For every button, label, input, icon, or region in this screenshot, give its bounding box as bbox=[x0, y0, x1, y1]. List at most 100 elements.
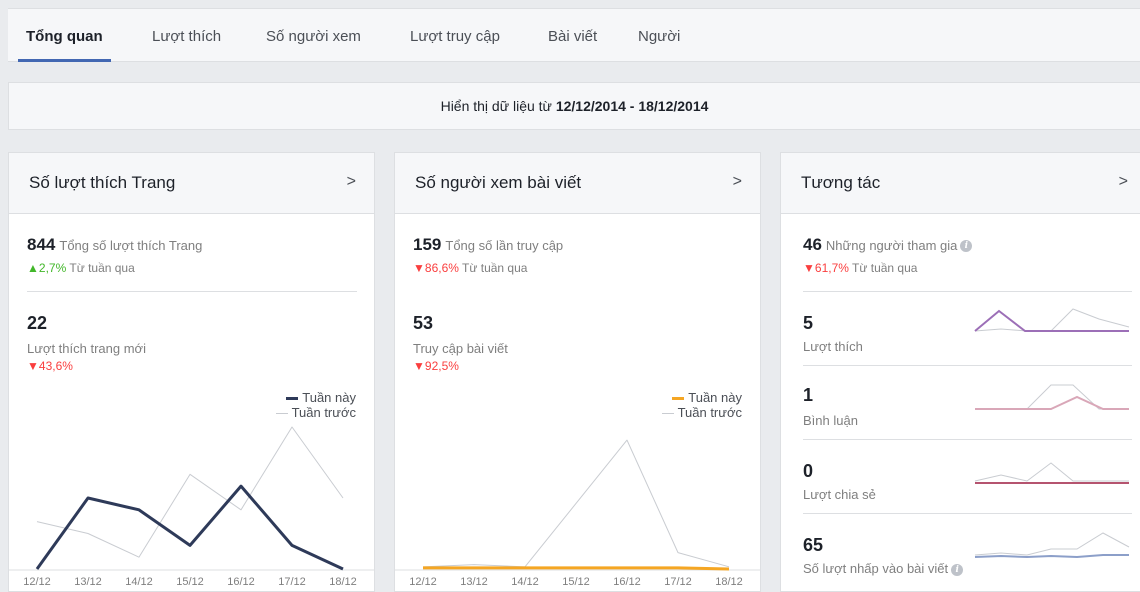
post-reach-trend-value: 92,5% bbox=[424, 359, 459, 373]
total-engagement-trend-value: 61,7% bbox=[814, 261, 849, 275]
legend-this-week-label: Tuần này bbox=[302, 390, 356, 405]
divider bbox=[803, 439, 1132, 440]
reach-line-chart: 12/12 13/12 14/12 15/12 16/12 17/12 18/12 bbox=[395, 439, 760, 588]
divider bbox=[27, 291, 357, 292]
eng-comments-this-week-line bbox=[975, 395, 1129, 410]
chevron-right-icon[interactable]: > bbox=[347, 173, 356, 191]
tab-overview[interactable]: Tổng quan bbox=[18, 9, 111, 62]
eng-clicks-this-week-line bbox=[974, 554, 1129, 559]
engagement-card: Tương tác > 46 Những người tham gia i ▼61,… bbox=[780, 152, 1140, 592]
legend-swatch bbox=[286, 397, 299, 401]
legend-swatch bbox=[661, 413, 674, 415]
reach-chart-x-tick: 12/12 bbox=[409, 576, 437, 588]
eng-shares-label: Lượt chia sẻ bbox=[803, 487, 876, 502]
new-likes-number: 22 bbox=[27, 313, 48, 333]
total-likes-trend-value: 2,7% bbox=[38, 261, 67, 275]
legend-last-week: Tuần trước bbox=[661, 405, 742, 420]
page-likes-card: Số lượt thích Trang > 844 Tổng số lượt th… bbox=[8, 152, 375, 592]
reach-chart-last-week-line bbox=[422, 439, 730, 568]
legend-this-week: Tuần này bbox=[276, 390, 356, 405]
tab-people[interactable]: Người bbox=[638, 9, 680, 59]
post-reach-card-header[interactable]: Số người xem bài viết > bbox=[395, 153, 760, 214]
likes-legend: Tuần này Tuần trước bbox=[275, 390, 356, 420]
chevron-right-icon[interactable]: > bbox=[733, 173, 742, 191]
eng-clicks-number: 65 bbox=[803, 535, 824, 555]
triangle-down-icon: ▼ bbox=[803, 261, 815, 275]
eng-clicks-sparkline bbox=[974, 532, 1130, 559]
likes-chart-x-tick: 17/12 bbox=[278, 576, 306, 588]
total-reach-trend: ▼86,6% Từ tuần qua bbox=[413, 261, 527, 275]
total-engagement-trend: ▼61,7% Từ tuần qua bbox=[803, 261, 917, 275]
info-icon[interactable]: i bbox=[951, 563, 964, 576]
chevron-right-icon[interactable]: > bbox=[1119, 173, 1128, 191]
engagement-card-header[interactable]: Tương tác > bbox=[781, 153, 1140, 214]
engagement-title: Tương tác bbox=[801, 173, 881, 192]
eng-clicks-label: Số lượt nhấp vào bài viết i bbox=[803, 561, 964, 576]
eng-shares-last-week-line bbox=[974, 462, 1129, 482]
triangle-down-icon: ▼ bbox=[413, 261, 425, 275]
reach-chart-x-tick: 18/12 bbox=[715, 576, 743, 588]
new-likes-trend: ▼43,6% bbox=[27, 359, 73, 373]
eng-comments-label: Bình luận bbox=[803, 413, 858, 428]
eng-clicks-label-text: Số lượt nhấp vào bài viết bbox=[803, 561, 949, 576]
triangle-up-icon: ▲ bbox=[27, 261, 39, 275]
reach-chart-x-tick: 16/12 bbox=[613, 576, 641, 588]
likes-chart-last-week-line bbox=[36, 426, 344, 558]
reach-chart-x-tick: 15/12 bbox=[562, 576, 590, 588]
page-likes-title: Số lượt thích Trang bbox=[29, 173, 176, 192]
info-icon[interactable]: i bbox=[960, 239, 973, 252]
date-range-value: 12/12/2014 - 18/12/2014 bbox=[555, 98, 709, 114]
new-likes-trend-value: 43,6% bbox=[38, 359, 73, 373]
legend-last-week-label: Tuần trước bbox=[677, 405, 742, 420]
likes-chart-this-week-line bbox=[35, 484, 344, 571]
likes-chart-x-tick: 18/12 bbox=[329, 576, 357, 588]
total-likes-number: 844 bbox=[27, 235, 56, 254]
reach-chart-x-tick: 17/12 bbox=[664, 576, 692, 588]
total-reach-trend-suffix: Từ tuần qua bbox=[462, 261, 528, 275]
divider bbox=[803, 291, 1132, 292]
reach-chart-x-tick: 13/12 bbox=[460, 576, 488, 588]
total-engagement-label: Những người tham gia bbox=[825, 238, 958, 253]
likes-chart-x-tick: 12/12 bbox=[23, 576, 51, 588]
total-likes: 844 Tổng số lượt thích Trang bbox=[27, 235, 202, 255]
tab-reach[interactable]: Số người xem bbox=[266, 9, 361, 59]
total-likes-trend-suffix: Từ tuần qua bbox=[69, 261, 135, 275]
total-engagement: 46 Những người tham gia i bbox=[803, 235, 973, 255]
legend-this-week-label: Tuần này bbox=[688, 390, 742, 405]
total-likes-label: Tổng số lượt thích Trang bbox=[59, 238, 203, 253]
divider bbox=[803, 513, 1132, 514]
legend-swatch bbox=[275, 413, 288, 415]
page-likes-card-header[interactable]: Số lượt thích Trang > bbox=[9, 153, 374, 214]
legend-this-week: Tuần này bbox=[662, 390, 742, 405]
likes-chart-x-tick: 16/12 bbox=[227, 576, 255, 588]
total-reach-trend-value: 86,6% bbox=[424, 261, 459, 275]
total-reach-label: Tổng số lần truy cập bbox=[445, 238, 564, 253]
post-reach-title: Số người xem bài viết bbox=[415, 173, 582, 192]
eng-comments-number: 1 bbox=[803, 385, 814, 405]
triangle-down-icon: ▼ bbox=[413, 359, 425, 373]
new-likes-label: Lượt thích trang mới bbox=[27, 341, 146, 356]
legend-last-week-label: Tuần trước bbox=[291, 405, 356, 420]
reach-legend: Tuần này Tuần trước bbox=[661, 390, 742, 420]
tab-visits[interactable]: Lượt truy cập bbox=[410, 9, 500, 59]
page-insights-tabbar: Tổng quan Lượt thích Số người xem Lượt t… bbox=[8, 8, 1140, 62]
eng-clicks-last-week-line bbox=[974, 532, 1130, 556]
tab-posts[interactable]: Bài viết bbox=[548, 9, 597, 59]
eng-likes-number: 5 bbox=[803, 313, 814, 333]
post-reach-trend: ▼92,5% bbox=[413, 359, 459, 373]
likes-chart-x-tick: 13/12 bbox=[74, 576, 102, 588]
likes-line-chart: 12/12 13/12 14/12 15/12 16/12 17/12 18/12 bbox=[9, 426, 374, 588]
total-engagement-number: 46 bbox=[803, 235, 822, 254]
post-reach-number: 53 bbox=[413, 313, 434, 333]
date-range-bar: Hiển thị dữ liệu từ 12/12/2014 - 18/12/2… bbox=[8, 82, 1140, 130]
post-reach-card: Số người xem bài viết > 159 Tổng số lần t… bbox=[394, 152, 761, 592]
total-reach-number: 159 bbox=[413, 235, 442, 254]
eng-shares-sparkline bbox=[974, 462, 1129, 484]
reach-chart-this-week-line bbox=[423, 566, 730, 571]
date-range-prefix: Hiển thị dữ liệu từ bbox=[440, 98, 552, 114]
triangle-down-icon: ▼ bbox=[27, 359, 39, 373]
tab-likes[interactable]: Lượt thích bbox=[152, 9, 221, 59]
reach-chart-x-tick: 14/12 bbox=[511, 576, 539, 588]
legend-swatch bbox=[672, 397, 685, 401]
total-reach: 159 Tổng số lần truy cập bbox=[413, 235, 563, 255]
